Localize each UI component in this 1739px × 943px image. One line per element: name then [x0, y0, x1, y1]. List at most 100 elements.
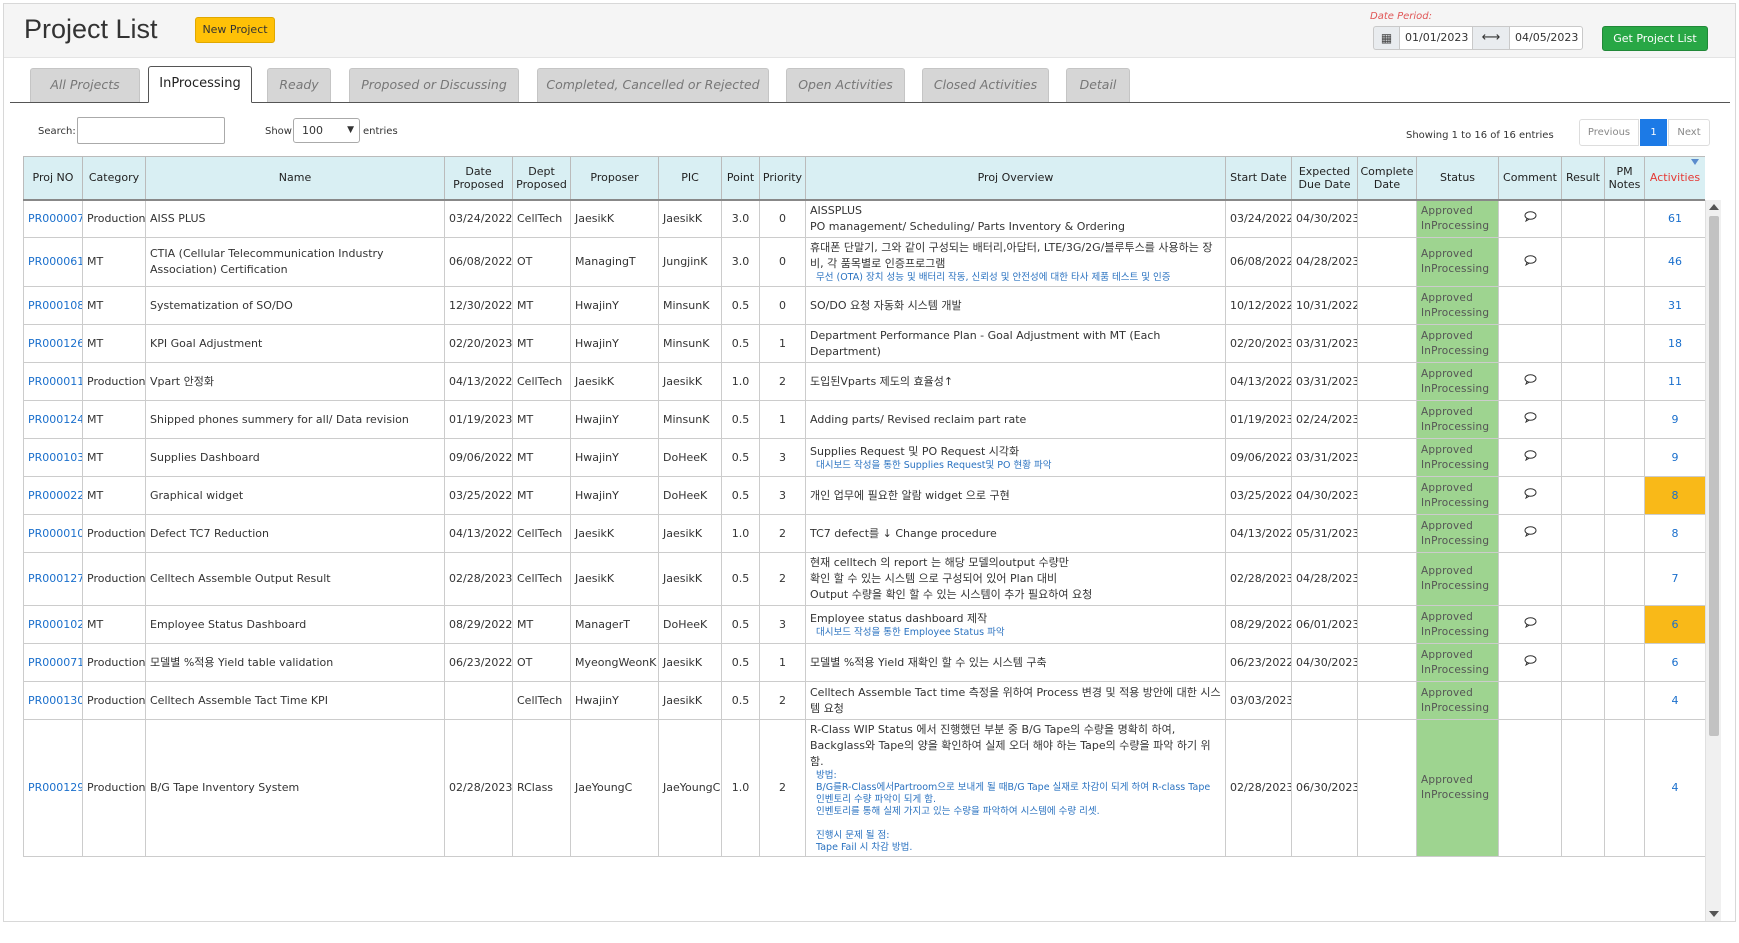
cell-comment[interactable] [1498, 237, 1562, 287]
activities-count-link[interactable]: 8 [1644, 514, 1705, 553]
entries-select[interactable]: 100 ▼ [293, 118, 360, 143]
comment-bubble-icon[interactable] [1524, 411, 1537, 427]
cell-comment[interactable] [1498, 643, 1562, 682]
tab-completed-cancelled-rejected[interactable]: Completed, Cancelled or Rejected [537, 68, 769, 102]
col-complete-date[interactable]: Complete Date [1357, 156, 1417, 201]
activities-count-link[interactable]: 11 [1644, 362, 1705, 401]
table-row[interactable]: PR000108 MT Systematization of SO/DO 12/30/… [23, 286, 1705, 325]
col-proposer[interactable]: Proposer [570, 156, 659, 201]
cell-comment[interactable] [1498, 514, 1562, 553]
table-row[interactable]: PR000022 MT Graphical widget 03/25/2022 MT Hw… [23, 476, 1705, 515]
activities-count-link[interactable]: 8 [1644, 476, 1705, 515]
table-row[interactable]: PR000007 Production AISS PLUS 03/24/2022 Cel… [23, 199, 1705, 238]
comment-bubble-icon[interactable] [1524, 654, 1537, 670]
col-overview[interactable]: Proj Overview [805, 156, 1226, 201]
project-id-link[interactable]: PR000102 [23, 605, 83, 644]
col-status[interactable]: Status [1416, 156, 1499, 201]
activities-count-link[interactable]: 6 [1644, 605, 1705, 644]
scroll-down-icon[interactable] [1709, 911, 1719, 917]
activities-count-link[interactable]: 18 [1644, 324, 1705, 363]
tab-all-projects[interactable]: All Projects [30, 68, 140, 102]
project-id-link[interactable]: PR000071 [23, 643, 83, 682]
table-row[interactable]: PR000061 MT CTIA (Cellular Telecommunicati… [23, 237, 1705, 287]
tab-closed-activities[interactable]: Closed Activities [922, 68, 1049, 102]
cell-comment[interactable] [1498, 476, 1562, 515]
activities-count-link[interactable]: 9 [1644, 400, 1705, 439]
table-row[interactable]: PR000103 MT Supplies Dashboard 09/06/2022 MT… [23, 438, 1705, 477]
pager-previous-button[interactable]: Previous [1579, 119, 1639, 146]
col-start-date[interactable]: Start Date [1225, 156, 1292, 201]
project-id-link[interactable]: PR000129 [23, 719, 83, 857]
cell-comment[interactable] [1498, 362, 1562, 401]
col-due-date[interactable]: Expected Due Date [1291, 156, 1358, 201]
activities-count-link[interactable]: 46 [1644, 237, 1705, 287]
tab-proposed-or-discussing[interactable]: Proposed or Discussing [349, 68, 519, 102]
table-row[interactable]: PR000126 MT KPI Goal Adjustment 02/20/2023 M… [23, 324, 1705, 363]
calendar-icon[interactable]: ▦ [1373, 26, 1399, 50]
col-proj-no[interactable]: Proj NO [23, 156, 83, 201]
cell-comment[interactable] [1498, 400, 1562, 439]
project-id-link[interactable]: PR000010 [23, 514, 83, 553]
get-project-list-button[interactable]: Get Project List [1602, 26, 1708, 51]
col-result[interactable]: Result [1561, 156, 1605, 201]
table-row[interactable]: PR000124 MT Shipped phones summery for all… [23, 400, 1705, 439]
table-row[interactable]: PR000010 Production Defect TC7 Reduction 04… [23, 514, 1705, 553]
scroll-up-icon[interactable] [1709, 204, 1719, 210]
comment-bubble-icon[interactable] [1524, 616, 1537, 632]
activities-count-link[interactable]: 61 [1644, 199, 1705, 238]
col-date-proposed[interactable]: Date Proposed [444, 156, 513, 201]
project-id-link[interactable]: PR000130 [23, 681, 83, 720]
project-id-link[interactable]: PR000124 [23, 400, 83, 439]
pager-next-button[interactable]: Next [1668, 119, 1710, 146]
project-id-link[interactable]: PR000126 [23, 324, 83, 363]
tab-ready[interactable]: Ready [267, 68, 331, 102]
col-category[interactable]: Category [82, 156, 146, 201]
project-id-link[interactable]: PR000022 [23, 476, 83, 515]
comment-bubble-icon[interactable] [1524, 373, 1537, 389]
table-row[interactable]: PR000071 Production 모델별 %적용 Yield table va… [23, 643, 1705, 682]
project-id-link[interactable]: PR000127 [23, 552, 83, 606]
col-pm-notes[interactable]: PM Notes [1604, 156, 1645, 201]
activities-count-link[interactable]: 4 [1644, 681, 1705, 720]
tab-inprocessing[interactable]: InProcessing [148, 66, 252, 103]
col-activities[interactable]: Activities [1644, 156, 1705, 201]
project-id-link[interactable]: PR000103 [23, 438, 83, 477]
col-name[interactable]: Name [145, 156, 445, 201]
tab-open-activities[interactable]: Open Activities [786, 68, 905, 102]
project-id-link[interactable]: PR000061 [23, 237, 83, 287]
new-project-button[interactable]: New Project [195, 17, 275, 43]
col-priority[interactable]: Priority [759, 156, 806, 201]
col-dept-proposed[interactable]: Dept Proposed [512, 156, 571, 201]
comment-bubble-icon[interactable] [1524, 449, 1537, 465]
pager-page-1[interactable]: 1 [1640, 119, 1667, 146]
activities-count-link[interactable]: 9 [1644, 438, 1705, 477]
comment-bubble-icon[interactable] [1524, 210, 1537, 226]
comment-bubble-icon[interactable] [1524, 487, 1537, 503]
cell-comment[interactable] [1498, 605, 1562, 644]
project-id-link[interactable]: PR000108 [23, 286, 83, 325]
cell-comment[interactable] [1498, 438, 1562, 477]
tab-detail[interactable]: Detail [1066, 68, 1130, 102]
table-row[interactable]: PR000129 Production B/G Tape Inventory Sys… [23, 719, 1705, 857]
col-point[interactable]: Point [721, 156, 760, 201]
project-id-link[interactable]: PR000011 [23, 362, 83, 401]
activities-count-link[interactable]: 31 [1644, 286, 1705, 325]
scroll-thumb[interactable] [1709, 216, 1719, 736]
table-row[interactable]: PR000130 Production Celltech Assemble Tact… [23, 681, 1705, 720]
cell-comment[interactable] [1498, 199, 1562, 238]
col-comment[interactable]: Comment [1498, 156, 1562, 201]
date-to-input[interactable]: 04/05/2023 [1509, 26, 1583, 50]
table-row[interactable]: PR000011 Production Vpart 안정화 04/13/2022 Cel… [23, 362, 1705, 401]
activities-count-link[interactable]: 7 [1644, 552, 1705, 606]
search-input[interactable] [77, 117, 225, 144]
project-id-link[interactable]: PR000007 [23, 199, 83, 238]
date-from-input[interactable]: 01/01/2023 [1399, 26, 1473, 50]
table-row[interactable]: PR000127 Production Celltech Assemble Outp… [23, 552, 1705, 606]
table-row[interactable]: PR000102 MT Employee Status Dashboard 08/29… [23, 605, 1705, 644]
comment-bubble-icon[interactable] [1524, 254, 1537, 270]
activities-count-link[interactable]: 4 [1644, 719, 1705, 857]
activities-count-link[interactable]: 6 [1644, 643, 1705, 682]
comment-bubble-icon[interactable] [1524, 525, 1537, 541]
vertical-scrollbar[interactable] [1705, 200, 1721, 921]
col-pic[interactable]: PIC [658, 156, 722, 201]
